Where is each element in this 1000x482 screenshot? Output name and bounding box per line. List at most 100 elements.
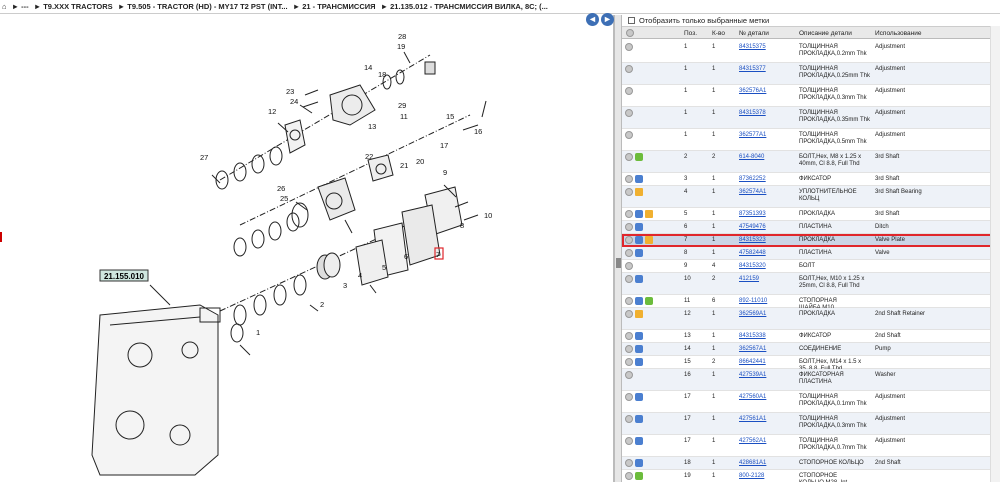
table-row[interactable]: 15286642441БОЛТ,Hex, M14 x 1.5 x 35, 8.8… [622,356,1000,372]
panel-splitter[interactable] [614,15,622,482]
arrow-icon[interactable] [635,249,643,257]
col-usage[interactable]: Использование [875,30,921,37]
row-part-link[interactable]: 362577A1 [739,132,794,139]
callout-9[interactable]: 9 [443,168,447,177]
row-part-link[interactable]: 427561A1 [739,416,794,423]
row-part-link[interactable]: 47582448 [739,250,794,257]
filter-checkbox[interactable] [628,17,635,24]
callout-24[interactable]: 24 [290,97,298,106]
row-part-link[interactable]: 84315378 [739,110,794,117]
table-row[interactable]: 13 1 84315338 ФИКСАТОР 2nd Shaft [622,330,1000,343]
table-row[interactable]: 19 1 800-2128 СТОПОРНОЕ КОЛЬЦО,M28, Int [622,470,1000,482]
table-row[interactable]: 2 2 614-8040 БОЛТ,Hex, M8 x 1.25 x 40mm, Cl… [622,151,1000,173]
table-row[interactable]: 17 1 427562A1 ТОЛЩИННАЯ ПРОКЛАДКА,0.7mm Thk… [622,435,1000,457]
table-row[interactable]: 14 1 362567A1 СОЕДИНЕНИЕ Pump [622,343,1000,356]
header-icon[interactable] [626,29,634,37]
select-circle-icon[interactable] [625,332,633,340]
table-row[interactable]: 16 1 427539A1 ФИКСАТОРНАЯ ПЛАСТИНА Washer [622,369,1000,391]
row-part-link[interactable]: 87362252 [739,176,794,183]
callout-10[interactable]: 10 [484,211,492,220]
package-icon[interactable] [645,210,653,218]
breadcrumb-item[interactable]: ► 21.135.012 - ТРАНСМИССИЯ ВИЛКА, 8С; (.… [381,2,548,11]
select-circle-icon[interactable] [625,371,633,379]
arrow-icon[interactable] [635,210,643,218]
arrow-icon[interactable] [635,175,643,183]
callout-6[interactable]: 6 [404,252,408,261]
table-row[interactable]: 18 1 428681A1 СТОПОРНОЕ КОЛЬЦО 2nd Shaft [622,457,1000,470]
col-pos[interactable]: Поз. [684,30,697,37]
arrow-icon[interactable] [635,459,643,467]
row-part-link[interactable]: 362567A1 [739,346,794,353]
back-button[interactable]: ◄ [586,13,599,26]
select-circle-icon[interactable] [625,310,633,318]
select-circle-icon[interactable] [625,275,633,283]
table-row[interactable]: 1 1 84315377 ТОЛЩИННАЯ ПРОКЛАДКА,0.25mm Thk… [622,63,1000,85]
table-row[interactable]: 17 1 427561A1 ТОЛЩИННАЯ ПРОКЛАДКА,0.3mm Thk… [622,413,1000,435]
splitter-grip[interactable] [616,258,621,268]
callout-16[interactable]: 16 [474,127,482,136]
arrow-icon[interactable] [635,223,643,231]
forward-button[interactable]: ► [601,13,614,26]
green-arrow-icon[interactable] [635,472,643,480]
select-circle-icon[interactable] [625,472,633,480]
callout-13[interactable]: 13 [368,122,376,131]
table-row[interactable]: 1 1 362577A1 ТОЛЩИННАЯ ПРОКЛАДКА,0.5mm Thk A… [622,129,1000,151]
home-icon[interactable]: ⌂ [2,2,7,11]
callout-15[interactable]: 15 [446,112,454,121]
col-desc[interactable]: Описание детали [799,30,852,37]
callout-3[interactable]: 3 [343,281,347,290]
select-circle-icon[interactable] [625,262,633,270]
table-row[interactable]: 5 1 87351393 ПРОКЛАДКА 3rd Shaft [622,208,1000,221]
breadcrumb-item[interactable]: ► T9.505 - TRACTOR (HD) - MY17 T2 PST (I… [118,2,288,11]
callout-11[interactable]: 11 [400,112,408,121]
callout-1[interactable]: 1 [256,328,260,337]
row-part-link[interactable]: 614-8040 [739,154,794,161]
select-circle-icon[interactable] [625,249,633,257]
table-row[interactable]: 17 1 427560A1 ТОЛЩИННАЯ ПРОКЛАДКА,0.1mm Thk… [622,391,1000,413]
table-row[interactable]: 8 1 47582448 ПЛАСТИНА Valve [622,247,1000,260]
select-circle-icon[interactable] [625,188,633,196]
row-part-link[interactable]: 362569A1 [739,311,794,318]
arrow-icon[interactable] [635,236,643,244]
table-row[interactable]: 1 1 84315375 ТОЛЩИННАЯ ПРОКЛАДКА,0.2mm Thk A… [622,41,1000,63]
callout-17[interactable]: 17 [440,141,448,150]
col-part[interactable]: № детали [739,30,769,37]
table-row[interactable]: 4 1 362574A1 УПЛОТНИТЕЛЬНОЕ КОЛЬЦ 3rd Shaft … [622,186,1000,208]
table-row[interactable]: 1 1 84315378 ТОЛЩИННАЯ ПРОКЛАДКА,0.35mm Thk… [622,107,1000,129]
callout-28[interactable]: 28 [398,32,406,41]
select-circle-icon[interactable] [625,459,633,467]
scrollbar[interactable] [990,26,1000,482]
table-row[interactable]: 1 1 362576A1 ТОЛЩИННАЯ ПРОКЛАДКА,0.3mm Thk A… [622,85,1000,107]
row-part-link[interactable]: 427539A1 [739,372,794,379]
callout-27[interactable]: 27 [200,153,208,162]
row-part-link[interactable]: 84315377 [739,66,794,73]
table-row[interactable]: 12 1 362569A1 ПРОКЛАДКА 2nd Shaft Retainer [622,308,1000,330]
select-circle-icon[interactable] [625,65,633,73]
select-circle-icon[interactable] [625,415,633,423]
select-circle-icon[interactable] [625,175,633,183]
callout-21[interactable]: 21 [400,161,408,170]
select-circle-icon[interactable] [625,87,633,95]
table-row[interactable]: 10 2 412159 БОЛТ,Hex, M10 x 1.25 x 25mm, Cl… [622,273,1000,295]
table-row[interactable]: 116892-11010СТОПОРНАЯ ШАЙБА,M10 [622,295,1000,311]
select-circle-icon[interactable] [625,393,633,401]
row-part-link[interactable]: 84315375 [739,44,794,51]
green-arrow-icon[interactable] [645,297,653,305]
arrow-icon[interactable] [635,345,643,353]
ref-label[interactable]: 21.155.010 [104,272,145,281]
row-part-link[interactable]: 84315320 [739,263,794,270]
arrow-icon[interactable] [635,297,643,305]
package-icon[interactable] [635,310,643,318]
row-part-link[interactable]: 47549476 [739,224,794,231]
arrow-icon[interactable] [635,358,643,366]
row-part-link[interactable]: 892-11010 [739,298,794,305]
callout-7[interactable]: 7 [436,250,440,259]
select-circle-icon[interactable] [625,153,633,161]
row-part-link[interactable]: 84315323 [739,237,794,244]
callout-5[interactable]: 5 [382,263,386,272]
select-circle-icon[interactable] [625,345,633,353]
row-part-link[interactable]: 428681A1 [739,460,794,467]
breadcrumb-item[interactable]: ► T9.XXX TRACTORS [34,2,113,11]
select-circle-icon[interactable] [625,223,633,231]
green-arrow-icon[interactable] [635,153,643,161]
